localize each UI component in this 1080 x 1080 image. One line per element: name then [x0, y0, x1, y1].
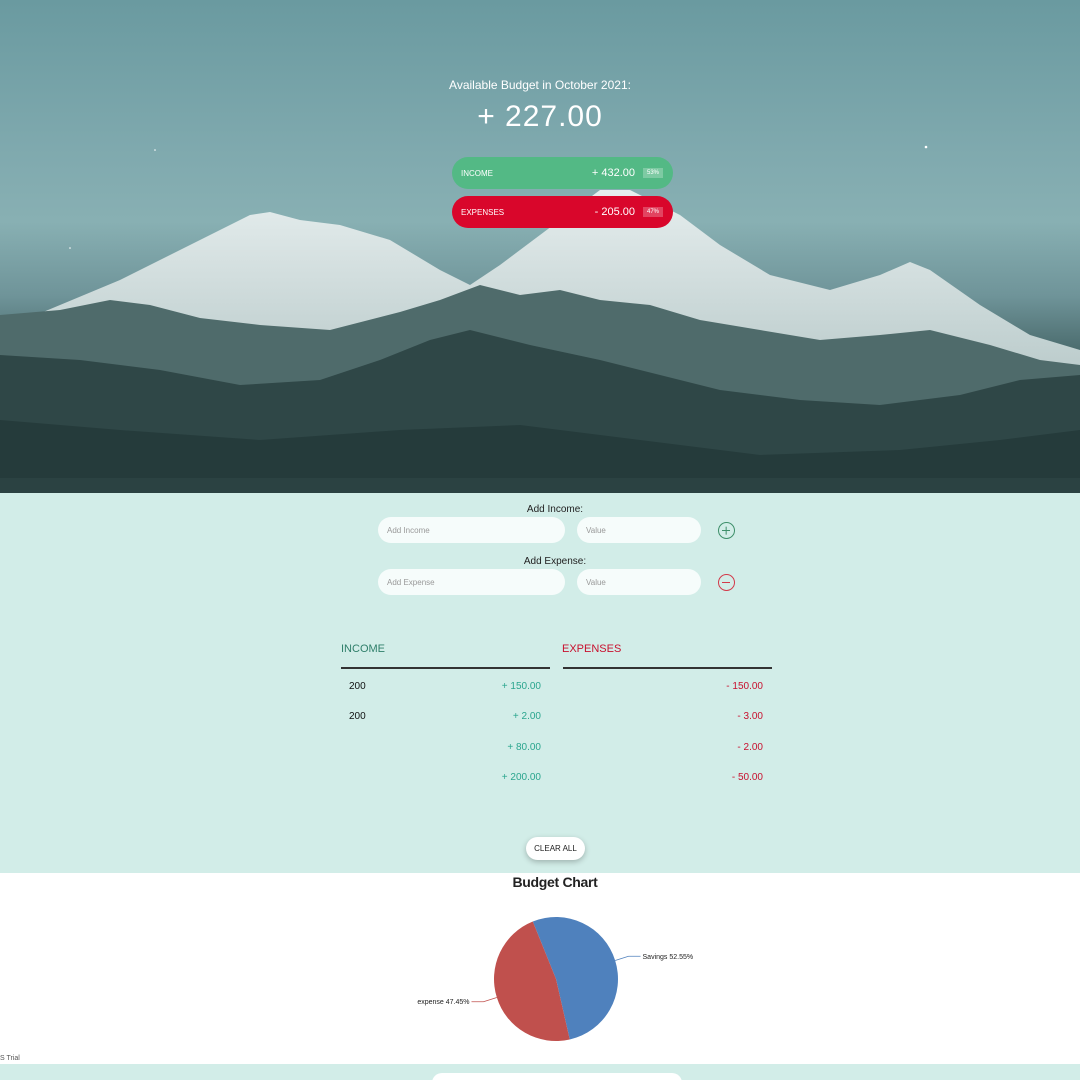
- expenses-list-divider: [563, 667, 772, 669]
- expenses-summary: EXPENSES - 205.00 47%: [452, 196, 673, 228]
- expense-item-value: - 50.00: [731, 772, 763, 783]
- income-summary-label: INCOME: [461, 168, 493, 178]
- expenses-summary-label: EXPENSES: [461, 207, 505, 217]
- expenses-list-header: EXPENSES: [562, 643, 622, 655]
- income-list-divider: [341, 667, 550, 669]
- footer-input[interactable]: [432, 1073, 682, 1080]
- income-item-name: 200: [349, 711, 366, 722]
- plus-circle-icon[interactable]: [718, 522, 735, 539]
- expenses-summary-value: - 205.00: [594, 206, 635, 218]
- mountain-background: [0, 145, 1080, 493]
- expenses-percentage-badge: 47%: [642, 207, 663, 217]
- expense-value-input[interactable]: Value: [577, 569, 701, 595]
- income-description-input[interactable]: Add Income: [378, 517, 565, 543]
- expense-slice-label: expense 47.45%: [417, 999, 469, 1006]
- minus-circle-icon[interactable]: [718, 574, 735, 591]
- expense-leader-line: [471, 997, 497, 1003]
- add-income-label: Add Income:: [526, 504, 584, 515]
- trial-watermark: S Trial: [0, 1055, 20, 1062]
- budget-pie-chart: Savings 52.55% expense 47.45%: [417, 917, 694, 1041]
- add-expense-label: Add Expense:: [523, 556, 587, 567]
- income-item-value: + 200.00: [501, 772, 541, 783]
- income-percentage-badge: 53%: [642, 168, 663, 178]
- expense-item-value: - 3.00: [737, 711, 763, 722]
- hero-banner: Available Budget in October 2021: + 227.…: [0, 0, 1080, 493]
- income-summary: INCOME + 432.00 53%: [452, 157, 673, 189]
- income-item-name: 200: [349, 681, 366, 692]
- income-value-input[interactable]: Value: [577, 517, 701, 543]
- expense-item-value: - 150.00: [726, 681, 763, 692]
- income-list-header: INCOME: [341, 643, 385, 655]
- savings-slice-label: Savings 52.55%: [643, 954, 694, 961]
- clear-all-button[interactable]: CLEAR ALL: [526, 837, 585, 860]
- income-item-value: + 80.00: [507, 742, 541, 753]
- income-item-value: + 150.00: [501, 681, 541, 692]
- budget-period-title: Available Budget in October 2021:: [449, 78, 631, 92]
- income-summary-value: + 432.00: [591, 167, 635, 179]
- expense-description-input[interactable]: Add Expense: [378, 569, 565, 595]
- income-item-value: + 2.00: [512, 711, 541, 722]
- expense-item-value: - 2.00: [737, 742, 763, 753]
- available-budget-value: + 227.00: [477, 100, 603, 133]
- savings-leader-line: [615, 955, 641, 961]
